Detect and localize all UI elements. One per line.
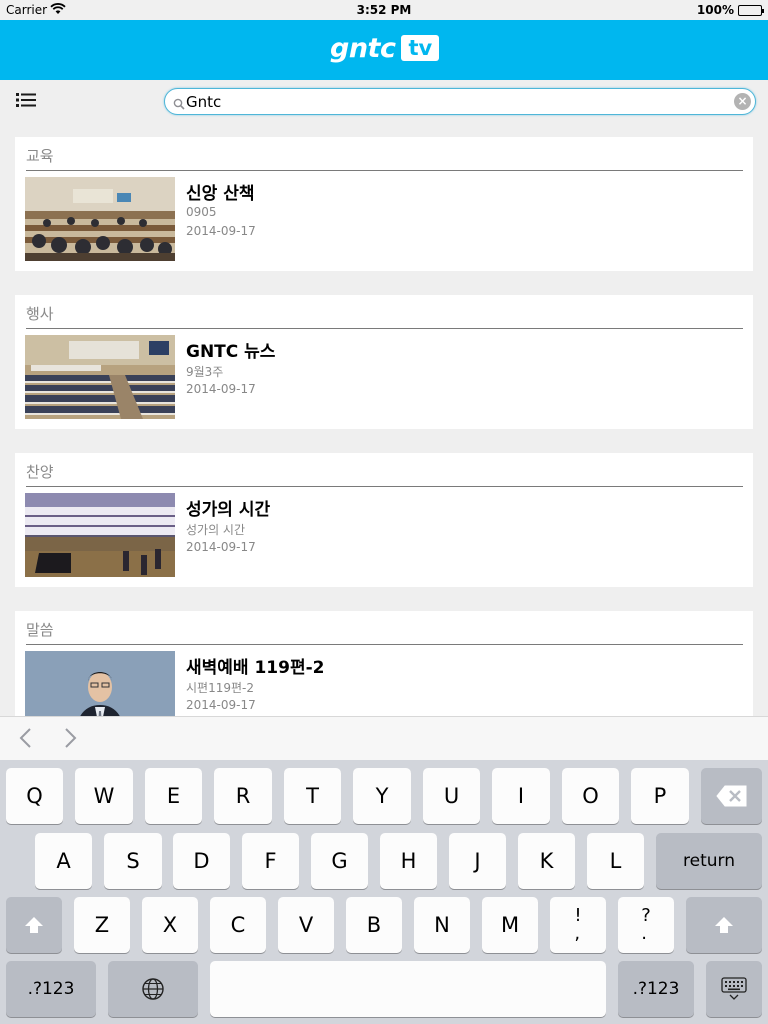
next-field-icon[interactable] xyxy=(58,725,82,751)
key-k[interactable]: K xyxy=(518,833,575,889)
previous-field-icon[interactable] xyxy=(14,725,38,751)
hide-keyboard-key[interactable] xyxy=(706,961,762,1017)
search-field[interactable]: × xyxy=(164,88,756,115)
list-item[interactable]: 찬양 성가의 시간 성가의 시간 2014-09-17 xyxy=(15,453,753,587)
shift-icon xyxy=(25,917,43,933)
toolbar: × xyxy=(0,80,768,124)
globe-icon xyxy=(142,978,164,1000)
key-o[interactable]: O xyxy=(562,768,619,824)
key-q[interactable]: Q xyxy=(6,768,63,824)
key-x[interactable]: X xyxy=(142,897,198,953)
keyboard-accessory-bar xyxy=(0,716,768,760)
key-j[interactable]: J xyxy=(449,833,506,889)
key-c[interactable]: C xyxy=(210,897,266,953)
battery-percent: 100% xyxy=(696,3,734,17)
key-question-period[interactable]: ? . xyxy=(618,897,674,953)
hide-keyboard-icon xyxy=(721,977,747,1000)
video-date: 2014-09-17 xyxy=(186,382,256,396)
video-thumbnail[interactable] xyxy=(25,651,175,716)
video-subtitle: 0905 xyxy=(186,205,217,219)
video-date: 2014-09-17 xyxy=(186,540,256,554)
gntc-tv-logo: gntc tv xyxy=(330,32,440,64)
key-s[interactable]: S xyxy=(104,833,162,889)
divider xyxy=(26,486,743,487)
video-subtitle: 성가의 시간 xyxy=(186,523,246,537)
category-label: 말씀 xyxy=(26,621,54,639)
key-t[interactable]: T xyxy=(284,768,341,824)
key-exclamation-comma[interactable]: ! , xyxy=(550,897,606,953)
divider xyxy=(26,644,743,645)
clear-search-icon[interactable]: × xyxy=(734,93,751,110)
app-header: gntc tv xyxy=(0,20,768,80)
logo-wordmark: gntc xyxy=(330,32,396,64)
backspace-icon xyxy=(715,785,746,807)
video-thumbnail[interactable] xyxy=(25,177,175,261)
divider xyxy=(26,170,743,171)
video-date: 2014-09-17 xyxy=(186,224,256,238)
shift-icon xyxy=(715,917,733,933)
key-l[interactable]: L xyxy=(587,833,644,889)
video-thumbnail[interactable] xyxy=(25,335,175,419)
search-icon xyxy=(173,95,185,110)
search-input[interactable] xyxy=(186,91,726,112)
results-list: 교육 신앙 산책 0905 2014-09-17 행사 GNTC 뉴스 9월3주… xyxy=(0,124,768,716)
category-label: 찬양 xyxy=(26,463,54,481)
on-screen-keyboard: Q W E R T Y U I O P A S D F G H J K L re… xyxy=(0,760,768,1024)
video-title: 성가의 시간 xyxy=(186,500,271,520)
numbers-key[interactable]: .?123 xyxy=(6,961,96,1017)
key-u[interactable]: U xyxy=(423,768,480,824)
video-subtitle: 9월3주 xyxy=(186,365,224,379)
numbers-key-right[interactable]: .?123 xyxy=(618,961,694,1017)
category-label: 교육 xyxy=(26,147,54,165)
video-thumbnail[interactable] xyxy=(25,493,175,577)
video-title: GNTC 뉴스 xyxy=(186,342,276,362)
battery-icon xyxy=(738,5,764,16)
key-p[interactable]: P xyxy=(631,768,689,824)
key-r[interactable]: R xyxy=(214,768,272,824)
status-bar: Carrier 3:52 PM 100% xyxy=(0,0,768,20)
video-title: 신앙 산책 xyxy=(186,184,255,204)
key-g[interactable]: G xyxy=(311,833,368,889)
key-i[interactable]: I xyxy=(492,768,550,824)
clock: 3:52 PM xyxy=(356,3,412,17)
return-key[interactable]: return xyxy=(656,833,762,889)
video-date: 2014-09-17 xyxy=(186,698,256,712)
delete-key[interactable] xyxy=(701,768,762,824)
shift-key[interactable] xyxy=(6,897,62,953)
video-subtitle: 시편119편-2 xyxy=(186,681,254,695)
space-key[interactable] xyxy=(210,961,606,1017)
logo-badge: tv xyxy=(401,35,440,61)
key-b[interactable]: B xyxy=(346,897,402,953)
key-d[interactable]: D xyxy=(173,833,230,889)
key-v[interactable]: V xyxy=(278,897,334,953)
key-a[interactable]: A xyxy=(35,833,92,889)
list-menu-icon[interactable] xyxy=(16,92,36,108)
category-label: 행사 xyxy=(26,305,54,323)
key-z[interactable]: Z xyxy=(74,897,130,953)
list-item[interactable]: 말씀 새벽예배 119편-2 시편119편-2 2014-09-17 xyxy=(15,611,753,716)
key-h[interactable]: H xyxy=(380,833,437,889)
key-f[interactable]: F xyxy=(242,833,299,889)
list-item[interactable]: 행사 GNTC 뉴스 9월3주 2014-09-17 xyxy=(15,295,753,429)
key-w[interactable]: W xyxy=(75,768,133,824)
video-title: 새벽예배 119편-2 xyxy=(186,658,325,678)
divider xyxy=(26,328,743,329)
key-n[interactable]: N xyxy=(414,897,470,953)
globe-key[interactable] xyxy=(108,961,198,1017)
key-e[interactable]: E xyxy=(145,768,202,824)
list-item[interactable]: 교육 신앙 산책 0905 2014-09-17 xyxy=(15,137,753,271)
key-y[interactable]: Y xyxy=(353,768,411,824)
key-m[interactable]: M xyxy=(482,897,538,953)
shift-key-right[interactable] xyxy=(686,897,762,953)
